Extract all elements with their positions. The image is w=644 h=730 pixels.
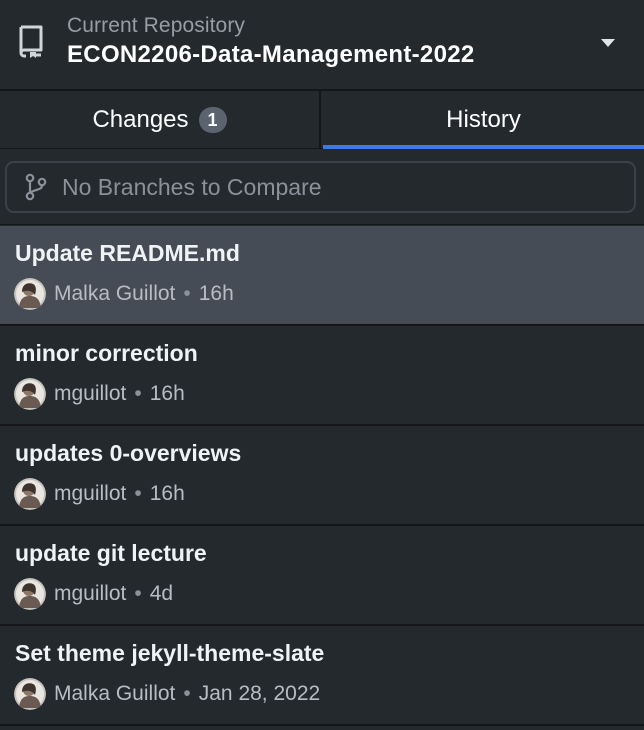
avatar <box>14 378 46 410</box>
tab-changes-label: Changes <box>92 106 189 133</box>
meta-separator: • <box>183 682 191 705</box>
current-repository-label: Current Repository <box>67 14 246 37</box>
commit-time: 16h <box>149 382 185 405</box>
commit-title: Update README.md <box>15 240 240 266</box>
tab-history[interactable]: History <box>323 91 644 149</box>
commit-meta: Malka Guillot • 16h <box>14 278 234 310</box>
avatar <box>14 278 46 310</box>
commit-meta: mguillot • 16h <box>14 478 185 510</box>
avatar <box>14 478 46 510</box>
tab-changes[interactable]: Changes 1 <box>0 91 321 149</box>
meta-separator: • <box>134 582 142 605</box>
chevron-down-icon[interactable] <box>600 35 616 47</box>
avatar <box>14 678 46 710</box>
commit-title: update git lecture <box>15 540 207 566</box>
commit-list-item[interactable]: Update README.md Malka Guillot • 16h <box>0 226 644 326</box>
repository-selector[interactable]: Current Repository ECON2206-Data-Managem… <box>0 0 644 91</box>
commit-title: minor correction <box>15 340 198 366</box>
commit-list-item[interactable]: update git lecture mguillot • 4d <box>0 526 644 626</box>
commit-author: mguillot <box>54 582 127 605</box>
commit-author: Malka Guillot <box>54 682 176 705</box>
tab-bar: Changes 1 History <box>0 91 644 149</box>
commit-time: 16h <box>149 482 185 505</box>
commit-time: 4d <box>149 582 174 605</box>
commit-list-item[interactable]: updates 0-overviews mguillot • 16h <box>0 426 644 526</box>
branch-compare-area: No Branches to Compare <box>0 150 644 225</box>
commit-meta: Malka Guillot • Jan 28, 2022 <box>14 678 320 710</box>
avatar <box>14 578 46 610</box>
commit-author: mguillot <box>54 482 127 505</box>
tab-history-label: History <box>446 106 521 133</box>
commit-time: 16h <box>198 282 234 305</box>
changes-count-badge: 1 <box>198 107 227 133</box>
branch-compare-input[interactable]: No Branches to Compare <box>5 161 636 213</box>
meta-separator: • <box>134 382 142 405</box>
commit-history-list: Update README.md Malka Guillot • 16h min… <box>0 226 644 726</box>
github-desktop-sidebar: Current Repository ECON2206-Data-Managem… <box>0 0 644 730</box>
active-tab-indicator <box>323 145 644 149</box>
repository-name: ECON2206-Data-Management-2022 <box>67 41 475 68</box>
commit-title: Set theme jekyll-theme-slate <box>15 640 325 666</box>
commit-time: Jan 28, 2022 <box>198 682 321 705</box>
meta-separator: • <box>134 482 142 505</box>
commit-meta: mguillot • 4d <box>14 578 173 610</box>
git-branch-icon <box>24 173 48 201</box>
commit-meta: mguillot • 16h <box>14 378 185 410</box>
commit-list-item[interactable]: Set theme jekyll-theme-slate Malka Guill… <box>0 626 644 726</box>
meta-separator: • <box>183 282 191 305</box>
commit-title: updates 0-overviews <box>15 440 242 466</box>
repo-icon <box>17 25 45 59</box>
commit-author: Malka Guillot <box>54 282 176 305</box>
branch-compare-placeholder: No Branches to Compare <box>62 173 322 200</box>
commit-author: mguillot <box>54 382 127 405</box>
commit-list-item[interactable]: minor correction mguillot • 16h <box>0 326 644 426</box>
